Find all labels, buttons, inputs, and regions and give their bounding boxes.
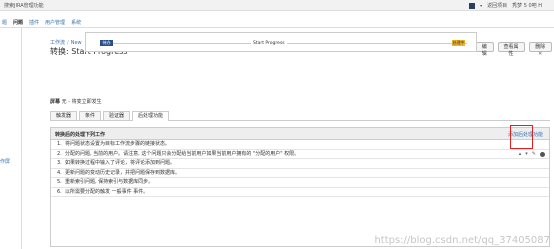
screen-info: 屏幕 无 - 将变立即发生 — [50, 98, 102, 105]
transition-diagram: 待办 Start Progress 处理中 — [85, 32, 477, 52]
screen-label: 屏幕 — [50, 99, 61, 105]
to-status: 处理中 — [452, 40, 465, 46]
post-function-row: 1. 将问题状态设置为目标工作流步骤的链接状态。 — [51, 140, 549, 150]
tab-validators[interactable]: 验证器 — [103, 111, 131, 120]
transition-tabs: 触发器 条件 验证器 后处理功能 — [50, 111, 550, 121]
nav-item-projects[interactable]: 题 — [2, 19, 7, 26]
nav-item-issues[interactable]: 问题 — [13, 19, 23, 26]
post-function-text: 更新问题的变动历史记录，并把问题保存到数据库。 — [65, 169, 181, 176]
post-functions-heading: 转换后的处理下列工作 — [55, 132, 106, 138]
sidebar-item-screens[interactable]: 作屏 — [0, 158, 10, 165]
nav-item-plugins[interactable]: 插件 — [29, 19, 39, 26]
close-icon: ✕ — [538, 51, 543, 57]
tab-conditions[interactable]: 条件 — [79, 111, 102, 120]
post-functions-header: 转换后的处理下列工作 添加后处理功能 — [51, 128, 549, 140]
edit-button[interactable]: 编辑 — [475, 42, 494, 57]
move-up-icon[interactable]: ▴ — [519, 150, 522, 159]
delete-button[interactable]: 删除 ✕ — [528, 42, 552, 57]
post-function-text: 如果转换过程中输入了评论，将评论添加到问题。 — [65, 160, 176, 166]
post-function-row: 4. 更新问题的变动历史记录，并把问题保存到数据库。 — [51, 169, 549, 178]
back-to-project-link[interactable]: 返回项目 — [487, 2, 507, 9]
post-function-row: 6. 以所需要分配的触发 一般事件 事件。 — [51, 188, 549, 197]
chevron-down-icon[interactable]: ▾ — [480, 3, 482, 8]
move-down-icon[interactable]: ▾ — [525, 150, 528, 159]
post-function-row: 5. 重新索引问题, 保持索引与数据库同步。 — [51, 178, 549, 188]
top-bar: 搜索JIRA管理功能 ▾ 返回项目 秀梦 5 0吧 H — [0, 0, 554, 11]
post-function-text: 以所需要分配的触发 一般事件 事件。 — [65, 188, 149, 195]
edit-icon[interactable]: ✎ — [532, 150, 536, 159]
tab-post-functions[interactable]: 后处理功能 — [132, 111, 170, 121]
watermark: https://blog.csdn.net/qq_37405087 — [374, 235, 550, 246]
post-functions-panel: 转换后的处理下列工作 添加后处理功能 1. 将问题状态设置为目标工作流步骤的链接状… — [50, 127, 550, 247]
from-status: 待办 — [100, 40, 113, 46]
nav-item-system[interactable]: 系统 — [71, 19, 81, 26]
admin-nav: 题 问题 插件 用户管理 系统 — [0, 18, 554, 28]
screen-value: 无 - 将变立即发生 — [61, 99, 102, 105]
post-function-text: 重新索引问题, 保持索引与数据库同步。 — [65, 179, 154, 185]
post-function-text: 将问题状态设置为目标工作流步骤的链接状态。 — [65, 141, 171, 147]
post-function-text: 分配的问题, 当前的用户。请注意, 这个问题只会分配给当前用户如果当前用户拥有的… — [65, 150, 300, 157]
top-right-controls: ▾ 返回项目 秀梦 5 0吧 H — [469, 2, 542, 9]
post-function-row: 3. 如果转换过程中输入了评论，将评论添加到问题。 — [51, 159, 549, 169]
left-sidebar: 作屏 — [0, 28, 22, 249]
transition-label: Start Progress — [251, 41, 287, 46]
action-buttons: 编辑 查看属性 删除 ✕ — [475, 42, 552, 57]
search-admin-input[interactable]: 搜索JIRA管理功能 — [4, 2, 44, 9]
highlight-box — [510, 125, 533, 149]
nav-item-user-management[interactable]: 用户管理 — [45, 19, 65, 26]
gear-icon[interactable] — [540, 151, 545, 157]
view-properties-button[interactable]: 查看属性 — [497, 42, 525, 57]
user-menu[interactable]: 秀梦 5 0吧 H — [512, 2, 542, 9]
row-tools: ▴ ▾ ✎ — [519, 150, 545, 159]
tab-triggers[interactable]: 触发器 — [50, 111, 78, 120]
post-function-row: 2. 分配的问题, 当前的用户。请注意, 这个问题只会分配给当前用户如果当前用户拥… — [51, 150, 549, 159]
breadcrumb: 工作流 / New — [50, 39, 82, 46]
notification-icon[interactable] — [469, 2, 476, 9]
delete-button-label: 删除 — [535, 44, 546, 50]
